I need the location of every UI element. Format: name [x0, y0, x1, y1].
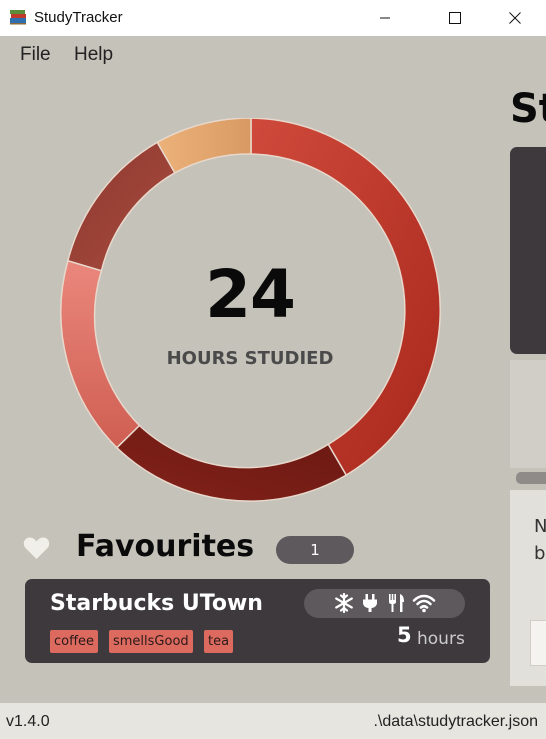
close-icon — [509, 12, 521, 24]
minimize-icon — [380, 17, 390, 19]
tag-tea: tea — [204, 630, 234, 653]
menu-help[interactable]: Help — [74, 44, 113, 66]
wifi-icon — [412, 594, 436, 613]
horizontal-scrollbar[interactable] — [516, 472, 546, 484]
location-hours-unit: hours — [417, 629, 465, 649]
heart-icon[interactable] — [23, 536, 50, 560]
location-name: Starbucks UTown — [50, 591, 263, 616]
favourites-title: Favourites — [76, 529, 255, 564]
right-pane-dark-panel — [510, 147, 546, 354]
data-file-path: .\data\studytracker.json — [373, 713, 538, 730]
menu-file[interactable]: File — [20, 44, 51, 66]
maximize-icon — [449, 12, 461, 24]
right-pane-button[interactable] — [530, 620, 546, 666]
hours-label: HOURS STUDIED — [166, 348, 334, 369]
version-label: v1.4.0 — [6, 713, 50, 730]
right-pane-light-panel — [510, 360, 546, 468]
right-pane-title: St — [510, 86, 546, 132]
donut-segment-4 — [66, 141, 176, 272]
donut-segment-3 — [60, 259, 141, 449]
amenities-pill — [304, 589, 465, 618]
books-app-icon — [10, 10, 26, 25]
minimize-button[interactable] — [362, 0, 408, 36]
favourite-card[interactable]: Starbucks UTown coffee smellsGood tea 5 — [25, 579, 490, 663]
right-pane-text-line-1: N — [534, 516, 546, 537]
favourites-count-badge: 1 — [276, 536, 354, 564]
right-pane-text-line-2: b — [534, 543, 546, 564]
tag-smellsgood: smellsGood — [109, 630, 193, 653]
close-button[interactable] — [492, 0, 538, 36]
fork-knife-icon — [389, 594, 404, 612]
window-title: StudyTracker — [34, 9, 123, 26]
menu-bar: File Help — [0, 36, 546, 76]
maximize-button[interactable] — [432, 0, 478, 36]
plug-icon — [363, 594, 377, 612]
tag-coffee: coffee — [50, 630, 99, 653]
hours-total: 24 — [205, 256, 296, 333]
status-bar: v1.4.0 .\data\studytracker.json — [0, 703, 546, 739]
snowflake-icon — [335, 593, 353, 613]
donut-segment-5 — [156, 118, 252, 174]
donut-segment-2 — [115, 424, 348, 502]
title-bar: StudyTracker — [0, 0, 546, 36]
location-hours-value: 5 — [397, 623, 412, 647]
